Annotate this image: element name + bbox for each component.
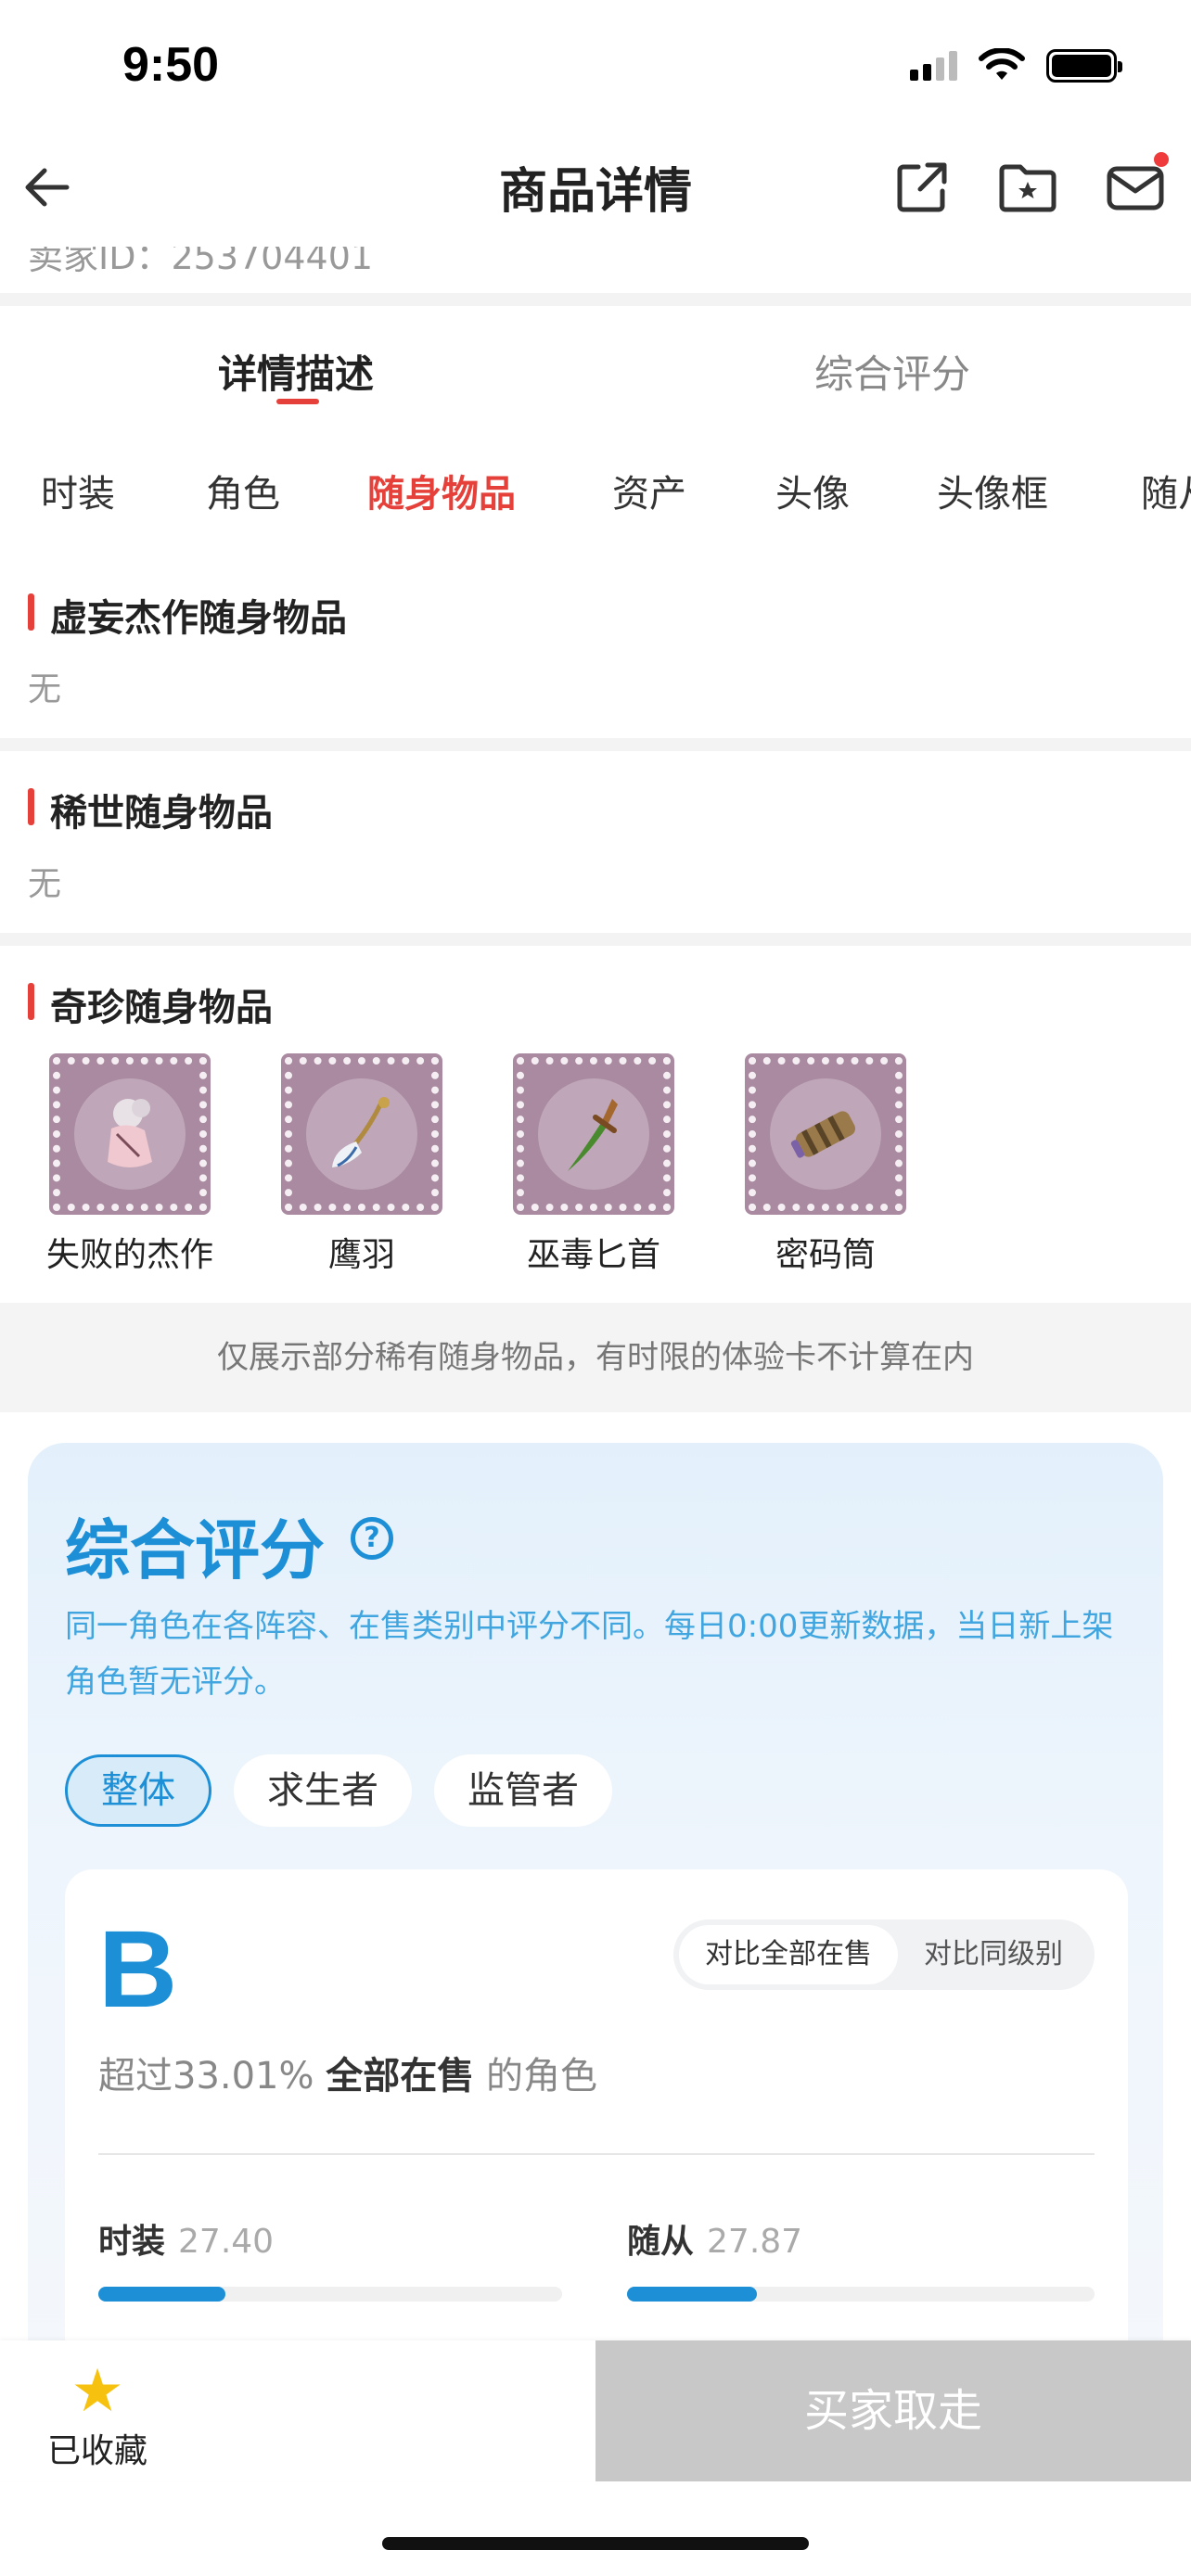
section-title-xuwang: 虚妄杰作随身物品 <box>28 588 347 642</box>
accessory-label: 巫毒匕首 <box>526 1236 660 1274</box>
accessory-item[interactable]: 密码筒 <box>724 1053 928 1276</box>
tab-details[interactable]: 详情描述 <box>218 343 374 400</box>
rating-description: 同一角色在各阵容、在售类别中评分不同。每日0:00更新数据，当日新上架角色暂无评… <box>65 1608 1114 1701</box>
category-tab-character[interactable]: 角色 <box>206 464 280 517</box>
rating-tabs: 整体 求生者 监管者 <box>65 1754 612 1827</box>
metric-progress-bar <box>98 2287 562 2302</box>
metric-value: 27.87 <box>707 2223 803 2261</box>
rating-tab-survivor[interactable]: 求生者 <box>234 1754 412 1827</box>
exceed-percent: 超过33.01% <box>98 2055 314 2098</box>
score-divider <box>98 2153 1095 2155</box>
favorite-button[interactable]: ★ 已收藏 <box>37 2359 158 2472</box>
status-bar: 9:50 <box>0 0 1191 130</box>
section-divider <box>0 293 1191 306</box>
metric-progress-fill <box>627 2287 758 2302</box>
section-title-qizhen: 奇珍随身物品 <box>28 977 273 1031</box>
metric-progress-bar <box>627 2287 1095 2302</box>
status-icons <box>910 48 1122 83</box>
cellular-signal-icon <box>910 51 957 81</box>
page: 9:50 商品详情 卖家ID：253704401 详情描述 综合评分 时装 角色… <box>0 0 1191 2576</box>
tab-active-indicator <box>276 399 319 404</box>
folder-star-icon[interactable] <box>996 156 1059 219</box>
doll-icon <box>49 1053 211 1215</box>
accessory-list: 失败的杰作 鹰羽 巫毒匕首 密码筒 <box>28 1053 1141 1280</box>
category-tab-avatar[interactable]: 头像 <box>775 464 850 517</box>
category-tab-avatar-frame[interactable]: 头像框 <box>937 464 1048 517</box>
accessory-label: 密码筒 <box>775 1236 876 1274</box>
category-tab-accessories[interactable]: 随身物品 <box>367 464 516 517</box>
metric-followers: 随从 27.87 <box>627 2214 802 2263</box>
compare-same-level-button[interactable]: 对比同级别 <box>898 1925 1089 1984</box>
compare-toggle: 对比全部在售 对比同级别 <box>673 1919 1095 1990</box>
rating-tab-hunter[interactable]: 监管者 <box>434 1754 612 1827</box>
grade-letter: B <box>98 1908 178 2031</box>
accessory-label: 鹰羽 <box>327 1236 395 1274</box>
accessory-item[interactable]: 鹰羽 <box>260 1053 464 1276</box>
star-icon: ★ <box>70 2357 124 2426</box>
battery-icon <box>1046 49 1122 83</box>
bottom-action-bar: ★ 已收藏 买家取走 <box>0 2340 1191 2481</box>
section-value-xishi: 无 <box>28 865 62 903</box>
rating-card: 综合评分 ? 同一角色在各阵容、在售类别中评分不同。每日0:00更新数据，当日新… <box>28 1443 1163 2463</box>
compare-all-button[interactable]: 对比全部在售 <box>679 1925 898 1984</box>
help-icon[interactable]: ? <box>351 1517 393 1560</box>
rating-title: 综合评分 <box>65 1512 325 1588</box>
message-button[interactable] <box>1104 152 1169 219</box>
metric-value: 27.40 <box>178 2223 275 2261</box>
category-tab-assets[interactable]: 资产 <box>612 464 686 517</box>
category-tab-followers[interactable]: 随从 <box>1141 464 1191 517</box>
section-value-xuwang: 无 <box>28 670 62 708</box>
cryptex-icon <box>745 1053 906 1215</box>
metric-name: 时装 <box>98 2223 166 2261</box>
feather-icon <box>281 1053 442 1215</box>
category-tabs: 时装 角色 随身物品 资产 头像 头像框 随从 <box>0 454 1191 529</box>
metric-name: 随从 <box>627 2223 695 2261</box>
exceed-text: 超过33.01% 全部在售 的角色 <box>98 2046 597 2099</box>
section-title-xishi: 稀世随身物品 <box>28 783 273 836</box>
main-tabs: 详情描述 综合评分 <box>0 306 1191 417</box>
exceed-suffix: 的角色 <box>485 2055 597 2098</box>
nav-bar: 商品详情 <box>0 130 1191 246</box>
status-time: 9:50 <box>122 38 220 92</box>
notification-dot <box>1154 152 1169 167</box>
home-indicator <box>382 2537 809 2550</box>
tab-rating[interactable]: 综合评分 <box>814 343 970 400</box>
category-tab-fashion[interactable]: 时装 <box>41 464 115 517</box>
section-divider <box>0 933 1191 946</box>
notice-text: 仅展示部分稀有随身物品，有时限的体验卡不计算在内 <box>0 1303 1191 1412</box>
section-divider <box>0 738 1191 751</box>
accessory-item[interactable]: 失败的杰作 <box>28 1053 232 1276</box>
favorite-label: 已收藏 <box>46 2432 147 2470</box>
metric-fashion: 时装 27.40 <box>98 2214 274 2263</box>
accessory-label: 失败的杰作 <box>45 1236 213 1274</box>
wifi-icon <box>979 48 1025 80</box>
share-icon[interactable] <box>890 156 954 219</box>
accessory-item[interactable]: 巫毒匕首 <box>492 1053 696 1276</box>
buy-button[interactable]: 买家取走 <box>596 2340 1191 2481</box>
rating-tab-overall[interactable]: 整体 <box>65 1754 211 1827</box>
exceed-scope: 全部在售 <box>326 2055 475 2098</box>
dagger-icon <box>513 1053 674 1215</box>
metric-progress-fill <box>98 2287 225 2302</box>
